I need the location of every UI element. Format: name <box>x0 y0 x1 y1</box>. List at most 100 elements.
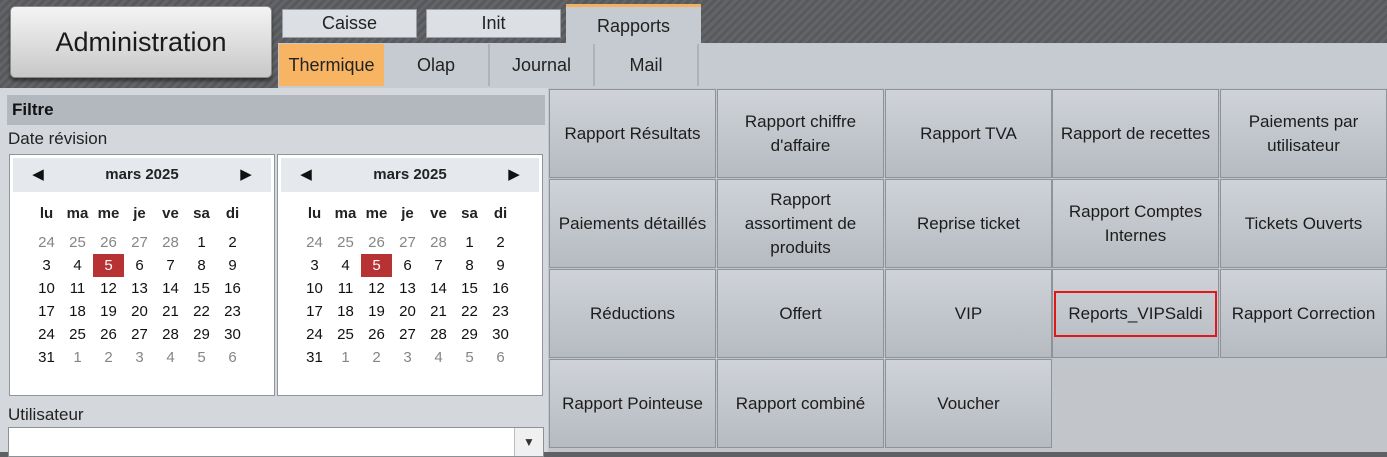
calendar-day[interactable]: 16 <box>485 277 516 300</box>
calendar-day[interactable]: 17 <box>31 300 62 323</box>
report-button[interactable]: VIP <box>885 269 1052 358</box>
calendar-day[interactable]: 23 <box>485 300 516 323</box>
calendar-day[interactable]: 15 <box>186 277 217 300</box>
calendar-day[interactable]: 14 <box>155 277 186 300</box>
next-month-icon[interactable]: ▶ <box>499 158 529 192</box>
calendar-day[interactable]: 26 <box>361 323 392 346</box>
calendar-day[interactable]: 24 <box>31 231 62 254</box>
calendar-day[interactable]: 28 <box>155 323 186 346</box>
report-button[interactable]: Paiements par utilisateur <box>1220 89 1387 178</box>
calendar-day[interactable]: 22 <box>186 300 217 323</box>
calendar-day[interactable]: 24 <box>299 231 330 254</box>
calendar-day[interactable]: 18 <box>330 300 361 323</box>
calendar-day[interactable]: 4 <box>423 346 454 369</box>
subtab-journal[interactable]: Journal <box>490 44 595 86</box>
calendar-day[interactable]: 3 <box>299 254 330 277</box>
calendar-day[interactable]: 15 <box>454 277 485 300</box>
calendar-day[interactable]: 2 <box>93 346 124 369</box>
calendar-day[interactable]: 1 <box>62 346 93 369</box>
report-button[interactable]: Voucher <box>885 359 1052 448</box>
report-button[interactable]: Rapport Comptes Internes <box>1052 179 1219 268</box>
tab-init[interactable]: Init <box>426 9 561 38</box>
calendar-day[interactable]: 12 <box>93 277 124 300</box>
prev-month-icon[interactable]: ◀ <box>23 158 53 192</box>
calendar-day[interactable]: 25 <box>330 323 361 346</box>
calendar-day[interactable]: 4 <box>330 254 361 277</box>
report-button[interactable]: Rapport chiffre d'affaire <box>717 89 884 178</box>
report-button[interactable]: Rapport de recettes <box>1052 89 1219 178</box>
calendar-day[interactable]: 27 <box>124 231 155 254</box>
calendar-day[interactable]: 26 <box>93 323 124 346</box>
subtab-mail[interactable]: Mail <box>595 44 699 86</box>
calendar-day[interactable]: 23 <box>217 300 248 323</box>
calendar-day[interactable]: 14 <box>423 277 454 300</box>
calendar-day[interactable]: 6 <box>485 346 516 369</box>
report-button[interactable]: Rapport assortiment de produits <box>717 179 884 268</box>
calendar-day[interactable]: 28 <box>423 323 454 346</box>
subtab-olap[interactable]: Olap <box>384 44 490 86</box>
calendar-day[interactable]: 25 <box>330 231 361 254</box>
calendar-day[interactable]: 5 <box>186 346 217 369</box>
report-button[interactable]: Offert <box>717 269 884 358</box>
calendar-day-selected[interactable]: 5 <box>93 254 124 277</box>
tab-caisse[interactable]: Caisse <box>282 9 417 38</box>
calendar-day[interactable]: 31 <box>299 346 330 369</box>
calendar-day[interactable]: 9 <box>217 254 248 277</box>
calendar-day[interactable]: 6 <box>392 254 423 277</box>
calendar-day[interactable]: 19 <box>361 300 392 323</box>
report-button[interactable]: Rapport Pointeuse <box>549 359 716 448</box>
administration-button[interactable]: Administration <box>10 6 272 78</box>
calendar-day[interactable]: 20 <box>392 300 423 323</box>
calendar-day[interactable]: 22 <box>454 300 485 323</box>
calendar-day[interactable]: 31 <box>31 346 62 369</box>
calendar-day[interactable]: 26 <box>361 231 392 254</box>
calendar-day[interactable]: 8 <box>454 254 485 277</box>
calendar-day[interactable]: 24 <box>31 323 62 346</box>
calendar-day[interactable]: 29 <box>454 323 485 346</box>
subtab-thermique[interactable]: Thermique <box>279 44 384 86</box>
report-button[interactable]: Rapport TVA <box>885 89 1052 178</box>
calendar-day[interactable]: 9 <box>485 254 516 277</box>
tab-rapports[interactable]: Rapports <box>566 4 701 44</box>
calendar-day[interactable]: 2 <box>485 231 516 254</box>
calendar-day[interactable]: 21 <box>423 300 454 323</box>
calendar-day[interactable]: 4 <box>155 346 186 369</box>
next-month-icon[interactable]: ▶ <box>231 158 261 192</box>
calendar-day[interactable]: 2 <box>217 231 248 254</box>
calendar-day[interactable]: 27 <box>392 231 423 254</box>
calendar-day[interactable]: 19 <box>93 300 124 323</box>
calendar-day[interactable]: 16 <box>217 277 248 300</box>
calendar-day[interactable]: 12 <box>361 277 392 300</box>
prev-month-icon[interactable]: ◀ <box>291 158 321 192</box>
calendar-day[interactable]: 17 <box>299 300 330 323</box>
calendar-day[interactable]: 3 <box>124 346 155 369</box>
report-button[interactable]: Rapport Résultats <box>549 89 716 178</box>
calendar-day[interactable]: 1 <box>186 231 217 254</box>
calendar-day[interactable]: 20 <box>124 300 155 323</box>
calendar-day[interactable]: 3 <box>31 254 62 277</box>
calendar-day[interactable]: 1 <box>330 346 361 369</box>
calendar-day[interactable]: 27 <box>124 323 155 346</box>
calendar-day-selected[interactable]: 5 <box>361 254 392 277</box>
calendar-day[interactable]: 28 <box>155 231 186 254</box>
calendar-day[interactable]: 4 <box>62 254 93 277</box>
calendar-day[interactable]: 24 <box>299 323 330 346</box>
calendar-day[interactable]: 1 <box>454 231 485 254</box>
calendar-day[interactable]: 18 <box>62 300 93 323</box>
calendar-start[interactable]: ◀ mars 2025 ▶ lu ma me je ve sa di 24 25 26 27 28 1 2… <box>9 154 275 396</box>
calendar-day[interactable]: 2 <box>361 346 392 369</box>
calendar-day[interactable]: 3 <box>392 346 423 369</box>
calendar-day[interactable]: 10 <box>31 277 62 300</box>
report-button[interactable]: Reports_VIPSaldi <box>1052 269 1219 358</box>
calendar-day[interactable]: 10 <box>299 277 330 300</box>
calendar-day[interactable]: 25 <box>62 323 93 346</box>
calendar-day[interactable]: 11 <box>62 277 93 300</box>
calendar-day[interactable]: 25 <box>62 231 93 254</box>
calendar-day[interactable]: 21 <box>155 300 186 323</box>
calendar-day[interactable]: 8 <box>186 254 217 277</box>
calendar-day[interactable]: 28 <box>423 231 454 254</box>
report-button[interactable]: Réductions <box>549 269 716 358</box>
calendar-day[interactable]: 26 <box>93 231 124 254</box>
report-button[interactable]: Rapport Correction <box>1220 269 1387 358</box>
calendar-day[interactable]: 6 <box>217 346 248 369</box>
